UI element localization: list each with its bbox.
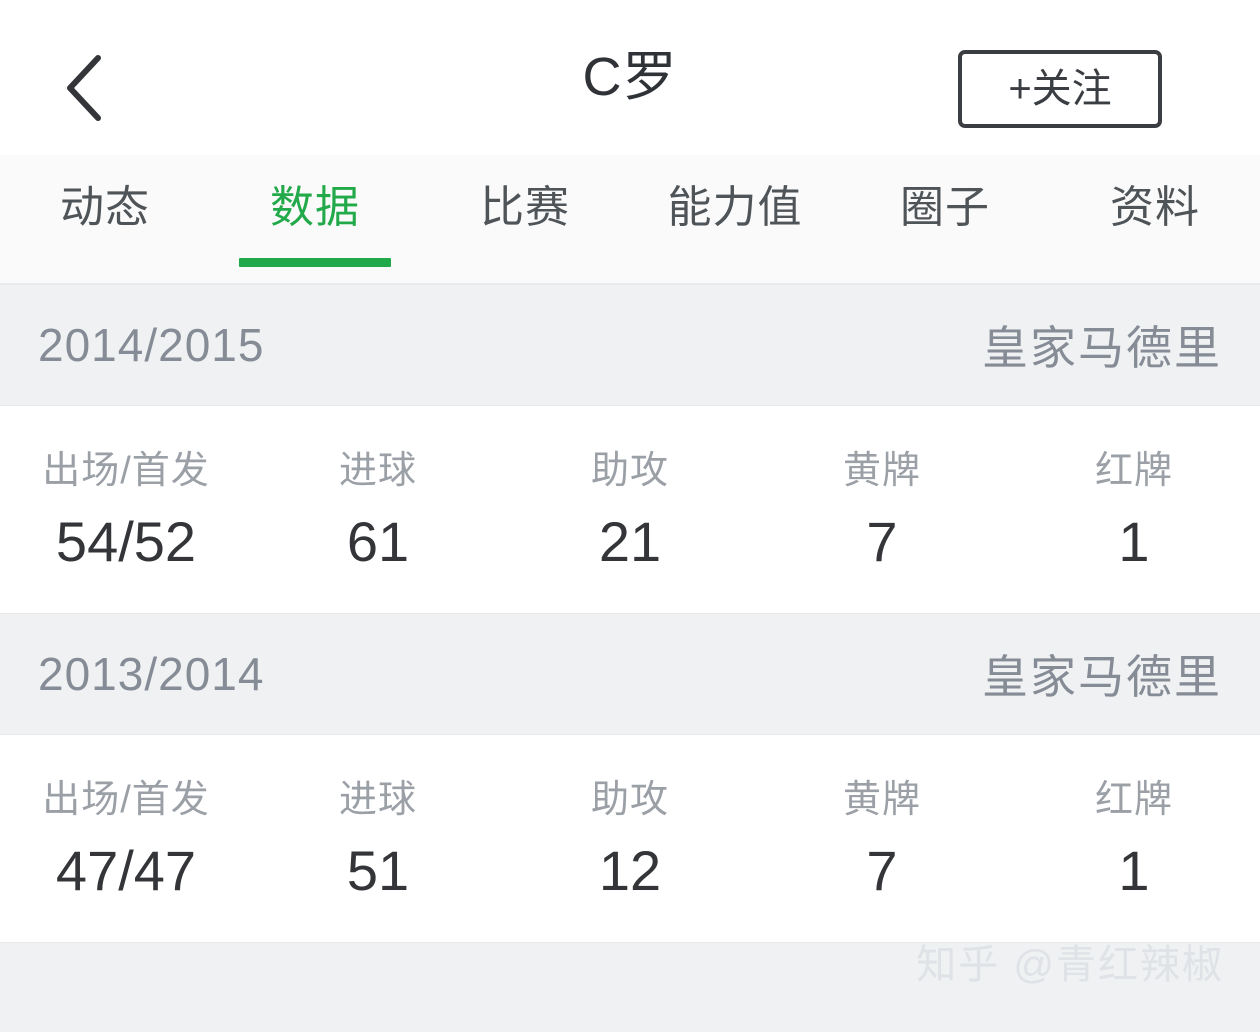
tab-shuju[interactable]: 数据 (210, 155, 420, 283)
season-block (0, 942, 1260, 1032)
stat-value: 54/52 (55, 509, 197, 573)
season-name: 2013/2014 (38, 648, 265, 700)
tab-dongtai[interactable]: 动态 (0, 155, 210, 283)
stat-label: 进球 (338, 449, 417, 492)
season-header[interactable]: 2013/2014 皇家马德里 (0, 613, 1260, 735)
stat-label: 黄牌 (842, 449, 921, 492)
stat-assists: 助攻 21 (504, 445, 756, 575)
season-header[interactable]: 2014/2015 皇家马德里 (0, 284, 1260, 406)
stat-value: 51 (346, 838, 410, 902)
tab-label: 动态 (60, 183, 150, 232)
stat-assists: 助攻 12 (504, 774, 756, 904)
season-team: 皇家马德里 (982, 651, 1222, 703)
stat-yellow-cards: 黄牌 7 (756, 445, 1008, 575)
stat-label: 出场/首发 (42, 778, 210, 821)
stat-label: 助攻 (590, 449, 669, 492)
season-team: 皇家马德里 (982, 322, 1222, 374)
season-block: 2013/2014 皇家马德里 出场/首发 47/47 进球 51 助攻 12 … (0, 613, 1260, 942)
stat-yellow-cards: 黄牌 7 (756, 774, 1008, 904)
stat-value: 12 (598, 838, 662, 902)
stat-label: 红牌 (1094, 778, 1173, 821)
season-header[interactable] (0, 942, 1260, 1032)
season-name: 2014/2015 (38, 319, 265, 371)
stat-label: 红牌 (1094, 449, 1173, 492)
tab-nenglizhi[interactable]: 能力值 (630, 155, 840, 283)
season-block: 2014/2015 皇家马德里 出场/首发 54/52 进球 61 助攻 21 … (0, 284, 1260, 613)
stat-goals: 进球 51 (252, 774, 504, 904)
stat-red-cards: 红牌 1 (1008, 774, 1260, 904)
stat-label: 黄牌 (842, 778, 921, 821)
season-stats-row: 出场/首发 54/52 进球 61 助攻 21 黄牌 7 红牌 1 (0, 406, 1260, 613)
stat-value: 7 (866, 838, 898, 902)
tab-label: 数据 (270, 183, 360, 232)
active-tab-indicator (239, 258, 391, 267)
stat-red-cards: 红牌 1 (1008, 445, 1260, 575)
player-profile-screen: C罗 +关注 动态 数据 比赛 能力值 圈子 资料 2014/2015 皇家马德… (0, 0, 1260, 1032)
follow-button[interactable]: +关注 (958, 50, 1162, 128)
tab-quanzi[interactable]: 圈子 (840, 155, 1050, 283)
stat-value: 61 (346, 509, 410, 573)
stat-value: 1 (1118, 838, 1150, 902)
tab-label: 资料 (1110, 183, 1200, 232)
stat-value: 7 (866, 509, 898, 573)
tab-ziliao[interactable]: 资料 (1050, 155, 1260, 283)
tab-label: 圈子 (900, 183, 990, 232)
season-stats-row: 出场/首发 47/47 进球 51 助攻 12 黄牌 7 红牌 1 (0, 735, 1260, 942)
tab-bisai[interactable]: 比赛 (420, 155, 630, 283)
stat-label: 进球 (338, 778, 417, 821)
stat-value: 1 (1118, 509, 1150, 573)
stat-label: 助攻 (590, 778, 669, 821)
stat-label: 出场/首发 (42, 449, 210, 492)
stat-appearances: 出场/首发 54/52 (0, 445, 252, 575)
stat-value: 21 (598, 509, 662, 573)
tab-label: 能力值 (667, 183, 803, 232)
tab-label: 比赛 (480, 183, 570, 232)
stat-appearances: 出场/首发 47/47 (0, 774, 252, 904)
stat-goals: 进球 61 (252, 445, 504, 575)
tab-bar: 动态 数据 比赛 能力值 圈子 资料 (0, 155, 1260, 284)
stat-value: 47/47 (55, 838, 197, 902)
app-header: C罗 +关注 (0, 0, 1260, 155)
